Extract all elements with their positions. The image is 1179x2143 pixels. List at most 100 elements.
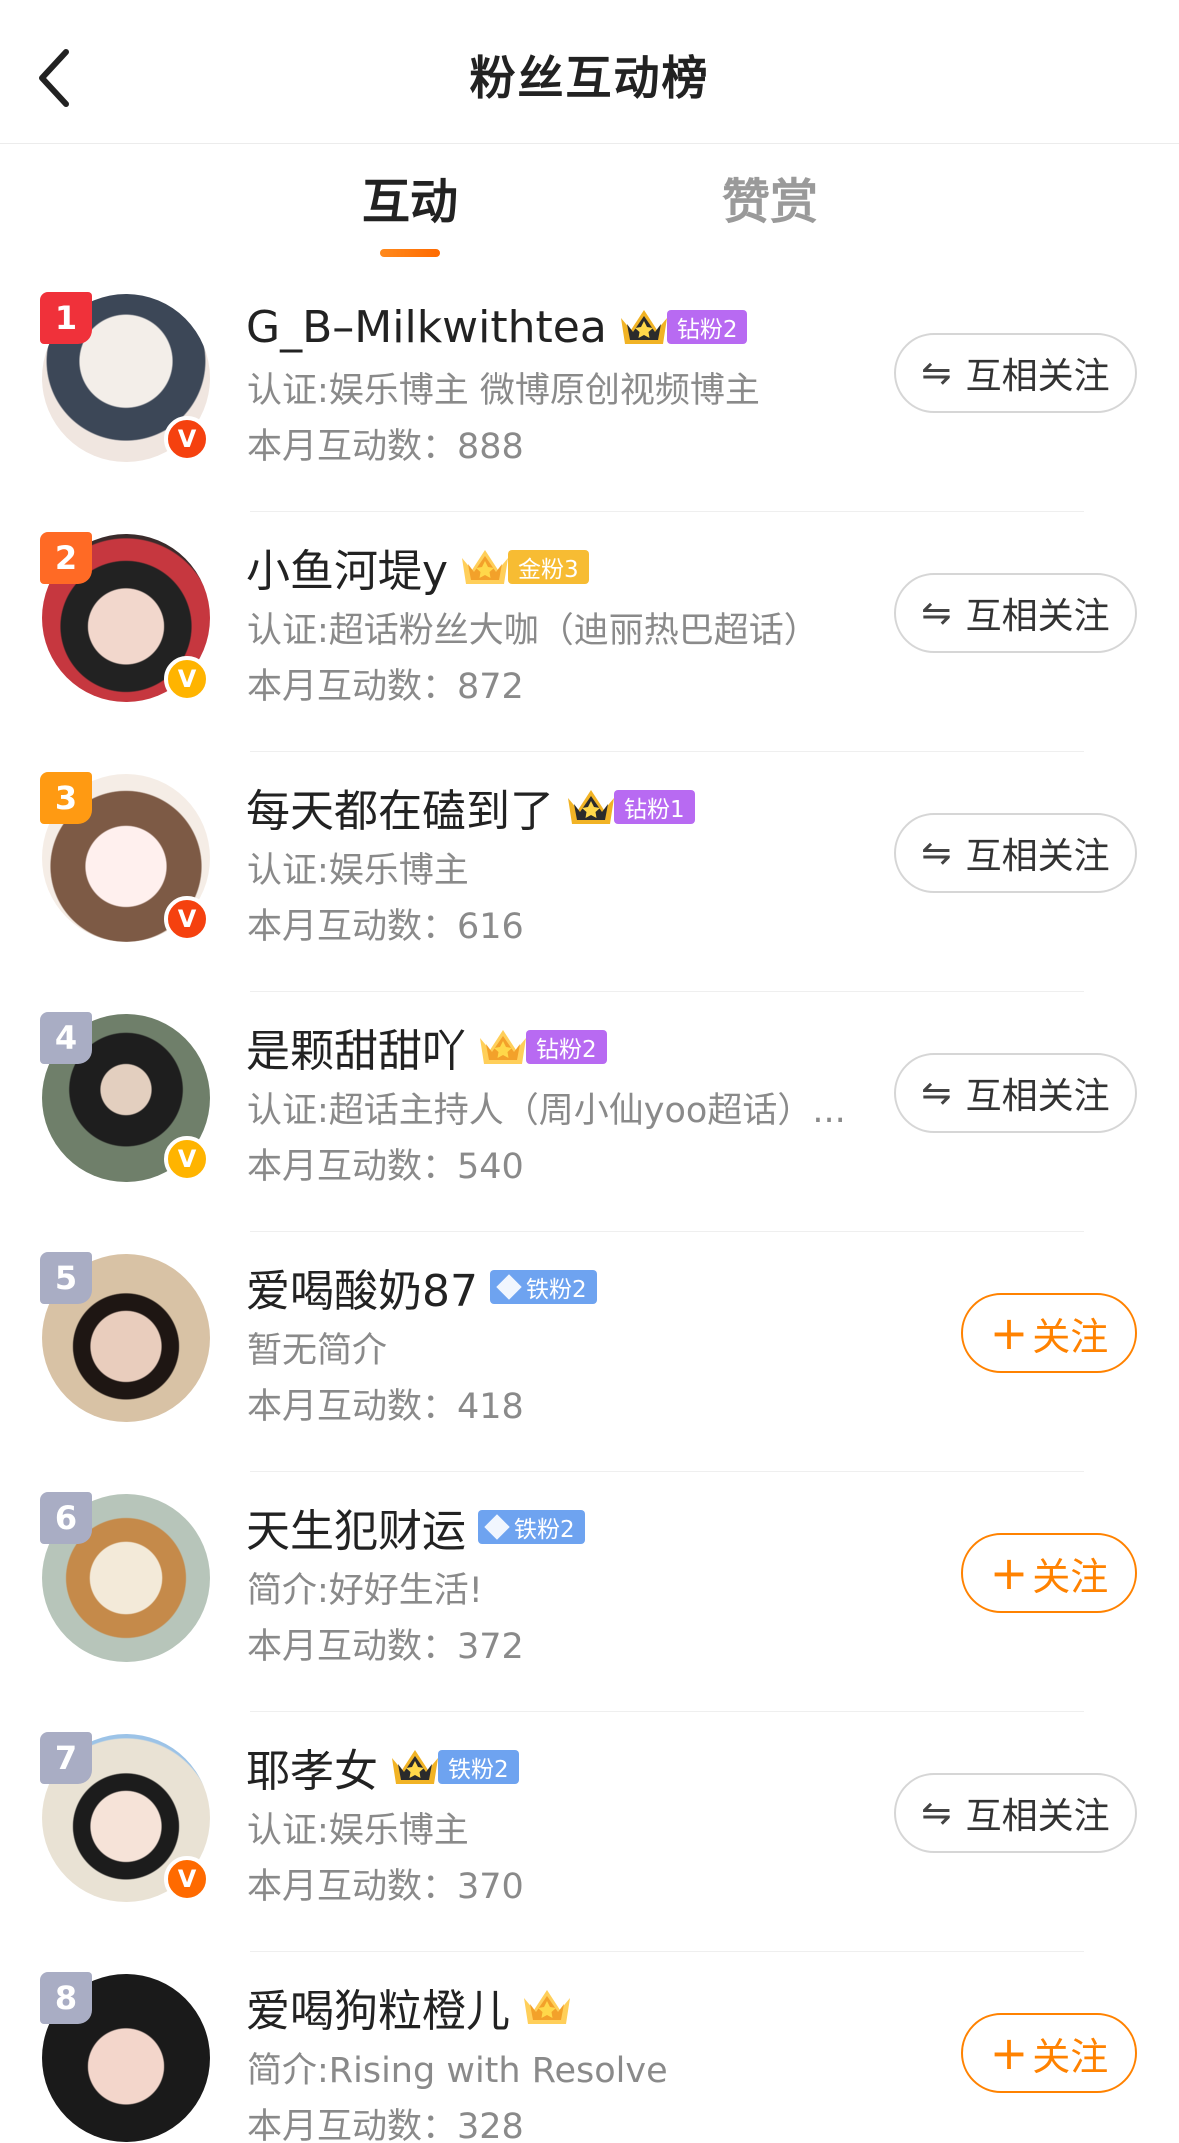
fan-level-label: 钻粉2	[676, 317, 738, 343]
mutual-follow-button[interactable]: ⇋ 互相关注	[894, 813, 1137, 893]
plus-icon: +	[989, 1306, 1029, 1360]
name-line: 耶孝女 铁粉2	[246, 1734, 519, 1800]
page-title: 粉丝互动榜	[469, 51, 710, 105]
monthly-interaction-count: 本月互动数：418	[247, 1387, 524, 1427]
rank-badge: 5	[40, 1252, 92, 1304]
button-label: 互相关注	[965, 836, 1110, 877]
fan-description: 认证:超话粉丝大咖（迪丽热巴超话）	[247, 611, 819, 651]
rank-badge: 8	[40, 1972, 92, 2024]
fan-name[interactable]: 是颗甜甜吖	[246, 1015, 466, 1079]
avatar-container[interactable]: 5	[40, 1252, 210, 1422]
tab-reward[interactable]: 赞赏	[722, 162, 818, 232]
fan-name[interactable]: 天生犯财运	[246, 1495, 466, 1559]
mutual-arrows-icon: ⇋	[921, 832, 952, 874]
fan-description: 简介:Rising with Resolve	[247, 2051, 668, 2091]
fan-row[interactable]: 5 爱喝酸奶87 铁粉2 暂无简介本月互动数：418 + 关注	[0, 1232, 1179, 1472]
fan-level-label: 铁粉2	[448, 1757, 509, 1783]
rank-badge: 2	[40, 532, 92, 584]
fan-row[interactable]: 8 爱喝狗粒橙儿简介:Rising with Resolve 本月互动数：328 + 关…	[0, 1952, 1179, 2143]
avatar-container[interactable]: 1V	[40, 292, 210, 462]
button-label: 关注	[1032, 1314, 1109, 1359]
monthly-interaction-count: 本月互动数：888	[247, 427, 524, 467]
fan-row[interactable]: 3 V 每天都在磕到了 钻粉1 认证:娱乐博主本月互动数：616 ⇋ 互相关注	[0, 752, 1179, 992]
plus-icon: +	[989, 2026, 1029, 2080]
fan-description: 认证:娱乐博主	[247, 1811, 469, 1851]
fan-row[interactable]: 4 V 是颗甜甜吖 钻粉2 认证:超话主持人（周小仙yoo超话）... 本月互动数：540…	[0, 992, 1179, 1232]
fan-description: 暂无简介	[247, 1331, 388, 1371]
rank-badge: 1	[40, 292, 92, 344]
name-line: 是颗甜甜吖 钻粉2	[246, 1014, 607, 1080]
fan-level-badge: 铁粉2	[478, 1510, 585, 1544]
fan-row[interactable]: 2 V 小鱼河堤y 金粉3 认证:超话粉丝大咖（迪丽热巴超话） 本月互动数：872 ⇋ 互相关…	[0, 512, 1179, 752]
tab-interaction[interactable]: 互动	[362, 162, 458, 232]
fan-level-label: 钻粉2	[536, 1037, 597, 1063]
rank-badge: 6	[40, 1492, 92, 1544]
name-line: 小鱼河堤y 金粉3	[246, 534, 589, 600]
star-crown-icon	[392, 1750, 438, 1784]
fan-name[interactable]: 小鱼河堤y	[246, 535, 448, 599]
fan-level-label: 金粉3	[518, 557, 579, 583]
fan-row[interactable]: 6 天生犯财运 铁粉2 简介:好好生活! 本月互动数：372 + 关注	[0, 1472, 1179, 1712]
fan-name[interactable]: 爱喝酸奶87	[246, 1255, 478, 1319]
avatar-container[interactable]: 2V	[40, 532, 210, 702]
monthly-interaction-count: 本月互动数：328	[247, 2107, 524, 2143]
fan-name[interactable]: 爱喝狗粒橙儿	[246, 1975, 510, 2039]
star-crown-icon	[620, 310, 667, 344]
monthly-interaction-count: 本月互动数：372	[247, 1627, 524, 1667]
mutual-arrows-icon: ⇋	[921, 1072, 952, 1114]
mutual-follow-button[interactable]: ⇋ 互相关注	[894, 573, 1137, 653]
verified-icon: V	[164, 1136, 210, 1182]
fan-level-badge: 钻粉2	[526, 1030, 607, 1064]
monthly-interaction-count: 本月互动数：370	[247, 1867, 524, 1907]
monthly-interaction-count: 本月互动数：872	[247, 667, 524, 707]
fan-description: 认证:娱乐博主	[247, 851, 469, 891]
fan-description: 简介:好好生活!	[247, 1571, 483, 1611]
gold-crown-icon	[480, 1030, 526, 1064]
fan-level-label: 钻粉1	[624, 797, 685, 823]
fan-row[interactable]: 1 V G_B–Milkwithtea 钻粉2 认证:娱乐博主 微博原创视频博主 本月互动…	[0, 272, 1179, 512]
plus-icon: +	[989, 1546, 1029, 1600]
fan-name[interactable]: 耶孝女	[246, 1735, 378, 1799]
verified-icon: V	[164, 416, 210, 462]
avatar-container[interactable]: 8	[40, 1972, 210, 2142]
avatar-container[interactable]: 6	[40, 1492, 210, 1662]
avatar-container[interactable]: 3V	[40, 772, 210, 942]
follow-button[interactable]: + 关注	[961, 1533, 1137, 1613]
nav-bar: 粉丝互动榜	[0, 0, 1179, 144]
avatar-container[interactable]: 7V	[40, 1732, 210, 1902]
star-crown-icon	[568, 790, 614, 824]
avatar-container[interactable]: 4V	[40, 1012, 210, 1182]
gold-crown-icon	[524, 1990, 570, 2024]
follow-button[interactable]: + 关注	[961, 2013, 1137, 2093]
mutual-follow-button[interactable]: ⇋ 互相关注	[894, 333, 1137, 413]
button-label: 互相关注	[965, 356, 1110, 397]
fan-level-label: 铁粉2	[514, 1517, 575, 1543]
button-label: 互相关注	[965, 596, 1110, 637]
mutual-arrows-icon: ⇋	[921, 1792, 952, 1834]
name-line: 爱喝酸奶87 铁粉2	[246, 1254, 597, 1320]
monthly-interaction-count: 本月互动数：616	[247, 907, 524, 947]
monthly-interaction-count: 本月互动数：540	[247, 1147, 524, 1187]
mutual-follow-button[interactable]: ⇋ 互相关注	[894, 1773, 1137, 1853]
fan-name[interactable]: G_B–Milkwithtea	[246, 302, 607, 353]
active-tab-indicator	[380, 249, 440, 257]
rank-badge: 3	[40, 772, 92, 824]
mutual-follow-button[interactable]: ⇋ 互相关注	[894, 1053, 1137, 1133]
button-label: 互相关注	[965, 1076, 1110, 1117]
fan-name[interactable]: 每天都在磕到了	[246, 775, 554, 839]
follow-button[interactable]: + 关注	[961, 1293, 1137, 1373]
fan-level-badge: 铁粉2	[490, 1270, 597, 1304]
fan-description: 认证:超话主持人（周小仙yoo超话）...	[247, 1091, 846, 1131]
tab-bar: 互动 赞赏	[0, 144, 1179, 272]
fan-level-label: 铁粉2	[526, 1277, 587, 1303]
fan-level-badge: 钻粉1	[614, 790, 695, 824]
button-label: 关注	[1032, 2034, 1109, 2079]
verified-icon: V	[164, 1856, 210, 1902]
rank-badge: 7	[40, 1732, 92, 1784]
fan-row[interactable]: 7 V 耶孝女 铁粉2 认证:娱乐博主 本月互动数：370 ⇋ 互相关注	[0, 1712, 1179, 1952]
button-label: 互相关注	[965, 1796, 1110, 1837]
rank-badge: 4	[40, 1012, 92, 1064]
mutual-arrows-icon: ⇋	[921, 592, 952, 634]
fan-description: 认证:娱乐博主 微博原创视频博主	[247, 371, 760, 411]
button-label: 关注	[1032, 1554, 1109, 1599]
